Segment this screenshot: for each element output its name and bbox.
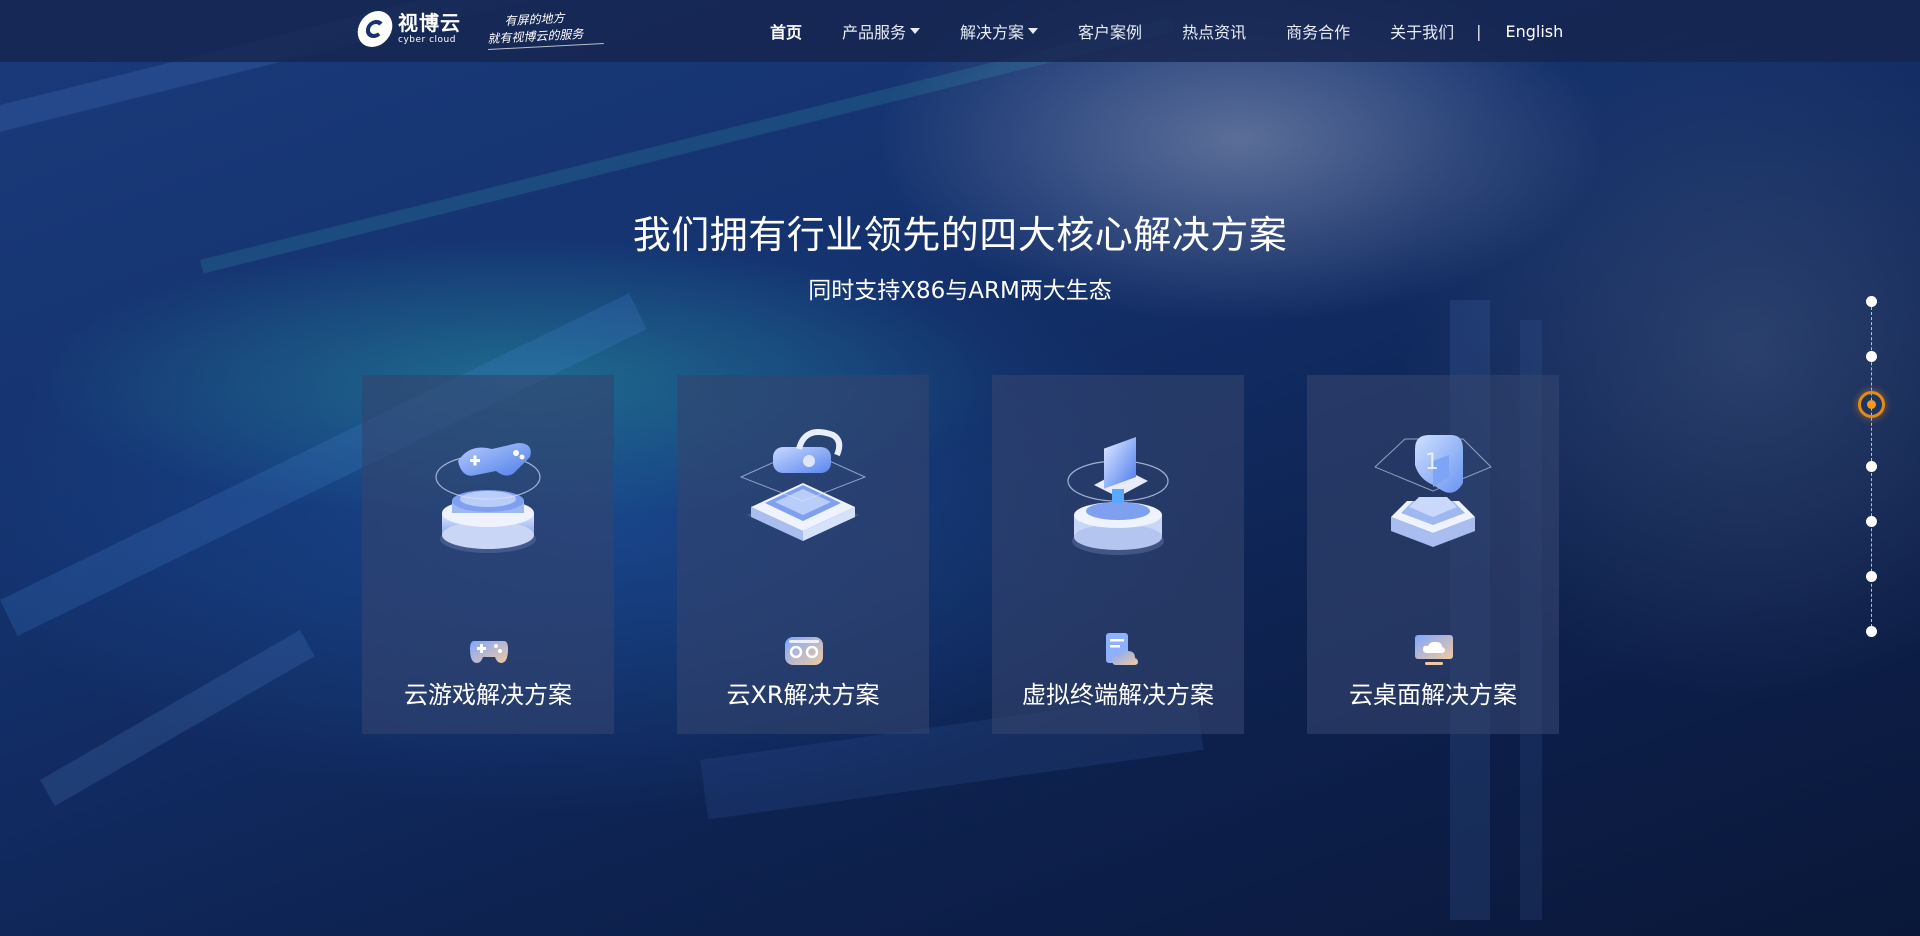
svg-text:1: 1 bbox=[1425, 450, 1439, 475]
logo-mark-icon bbox=[354, 11, 396, 47]
desktop-platform-illustration: 1 bbox=[1374, 435, 1492, 547]
caret-down-icon bbox=[910, 28, 921, 34]
nav-item-label: 客户案例 bbox=[1078, 23, 1143, 42]
nav-item-news[interactable]: 热点资讯 bbox=[1182, 19, 1246, 43]
solution-card-label: 云游戏解决方案 bbox=[404, 681, 572, 709]
language-switch-link[interactable]: English bbox=[1506, 22, 1564, 41]
solution-card-label: 虚拟终端解决方案 bbox=[1022, 681, 1214, 709]
xr-platform-illustration bbox=[739, 429, 867, 541]
logo-name-en: cyber cloud bbox=[398, 35, 456, 45]
nav-item-cases[interactable]: 客户案例 bbox=[1078, 19, 1142, 43]
caret-down-icon bbox=[1028, 28, 1039, 34]
top-navbar: 视博云 cyber cloud 有屏的地方 就有视博云的服务 首页 产品服务 解… bbox=[0, 0, 1920, 62]
nav-item-label: 首页 bbox=[770, 23, 803, 42]
pager-dot-7[interactable] bbox=[1866, 626, 1877, 637]
nav-item-about[interactable]: 关于我们 bbox=[1390, 19, 1454, 43]
nav-item-label: 热点资讯 bbox=[1182, 23, 1247, 42]
main-nav: 首页 产品服务 解决方案 客户案例 热点资讯 商务合作 关于我们 | Engli… bbox=[770, 0, 1563, 62]
nav-item-solutions[interactable]: 解决方案 bbox=[960, 19, 1039, 43]
nav-item-business[interactable]: 商务合作 bbox=[1286, 19, 1350, 43]
hero-subtitle: 同时支持X86与ARM两大生态 bbox=[808, 278, 1112, 304]
nav-item-label: 商务合作 bbox=[1286, 23, 1351, 42]
solution-card-virtual-terminal[interactable]: 虚拟终端解决方案 bbox=[992, 375, 1244, 734]
solution-card-cloud-xr[interactable]: 云XR解决方案 bbox=[677, 375, 929, 734]
nav-item-label: 解决方案 bbox=[960, 23, 1025, 42]
solution-card-cloud-desktop[interactable]: 1 云桌面解决方案 bbox=[1307, 375, 1559, 734]
nav-item-home[interactable]: 首页 bbox=[770, 19, 802, 43]
cloud-monitor-icon bbox=[1415, 635, 1453, 665]
solution-card-label: 云桌面解决方案 bbox=[1349, 681, 1517, 709]
vr-headset-icon bbox=[785, 637, 823, 665]
cloud-document-icon bbox=[1106, 633, 1138, 665]
terminal-platform-illustration bbox=[1067, 436, 1169, 555]
nav-item-label: 产品服务 bbox=[842, 23, 907, 42]
solution-card-cloud-gaming[interactable]: 云游戏解决方案 bbox=[362, 375, 614, 734]
logo[interactable]: 视博云 cyber cloud 有屏的地方 就有视博云的服务 bbox=[354, 8, 604, 51]
pager-dot-4[interactable] bbox=[1866, 461, 1877, 472]
gaming-platform-illustration bbox=[435, 443, 541, 553]
slogan: 有屏的地方 就有视博云的服务 bbox=[486, 8, 604, 51]
hero-title: 我们拥有行业领先的四大核心解决方案 bbox=[632, 213, 1288, 257]
nav-item-products[interactable]: 产品服务 bbox=[842, 19, 921, 43]
pager-dot-1[interactable] bbox=[1866, 296, 1877, 307]
solution-cards: 云游戏解决方案 云XR解决方案 虚拟终端解决方案 1 云桌面解决方案 bbox=[362, 375, 1559, 734]
gamepad-icon bbox=[470, 641, 508, 663]
pager-dot-6[interactable] bbox=[1866, 571, 1877, 582]
pager-dot-5[interactable] bbox=[1866, 516, 1877, 527]
solution-card-label: 云XR解决方案 bbox=[726, 681, 880, 709]
pager-dot-2[interactable] bbox=[1866, 351, 1877, 362]
nav-divider: | bbox=[1476, 21, 1482, 41]
nav-item-label: 关于我们 bbox=[1390, 23, 1455, 42]
pager-dot-3-active[interactable] bbox=[1858, 391, 1885, 418]
logo-name-cn: 视博云 bbox=[398, 11, 461, 35]
